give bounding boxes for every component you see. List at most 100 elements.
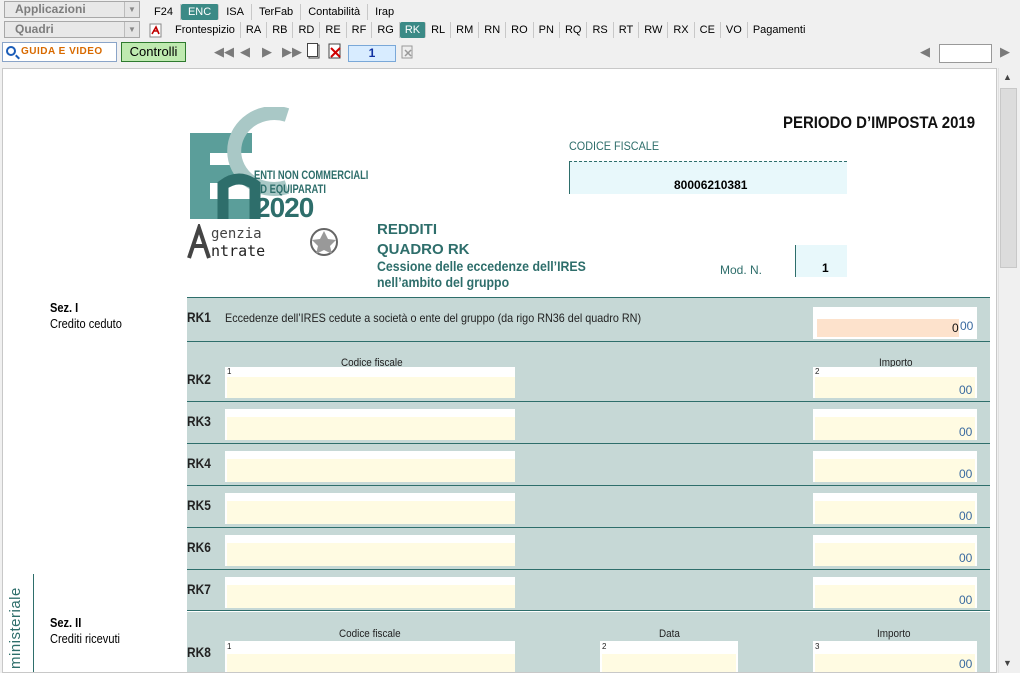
quadro-tab[interactable]: RO <box>506 22 534 38</box>
rk8-codice-fiscale-field[interactable]: 1 <box>225 641 515 672</box>
scroll-down-icon[interactable]: ▼ <box>1003 658 1012 668</box>
quadro-tab[interactable]: RE <box>320 22 347 38</box>
quadro-tab[interactable]: RT <box>614 22 640 38</box>
field-number: 2 <box>815 367 820 376</box>
input-area <box>815 501 975 524</box>
scroll-right-icon[interactable]: ▶ <box>1000 45 1010 59</box>
applicazioni-dropdown[interactable]: Applicazioni ▼ <box>4 1 140 18</box>
quadro-tab[interactable]: RF <box>347 22 373 38</box>
importo-field[interactable]: 00 <box>813 493 977 524</box>
cents: 00 <box>959 467 973 481</box>
scroll-up-icon[interactable]: ▲ <box>1003 72 1012 82</box>
quadro-tab[interactable]: RX <box>668 22 695 38</box>
top-tab[interactable]: ISA <box>219 4 252 20</box>
search-icon <box>6 46 16 56</box>
quadro-tab[interactable]: RB <box>267 22 294 38</box>
chevron-down-icon[interactable]: ▼ <box>124 2 139 17</box>
quadro-tab[interactable]: PN <box>534 22 560 38</box>
find-page-icon[interactable] <box>401 44 415 63</box>
rk8-importo-field[interactable]: 3 00 <box>813 641 977 672</box>
goto-field[interactable] <box>939 44 992 63</box>
codice-fiscale-field[interactable]: 1 <box>225 367 515 398</box>
scrollbar-thumb[interactable] <box>1000 88 1017 268</box>
quadro-tab[interactable]: RS <box>587 22 614 38</box>
quadro-tab[interactable]: RG <box>372 22 400 38</box>
mod-field[interactable]: 1 <box>795 245 847 277</box>
row-label: RK4 <box>187 455 211 471</box>
sez2-col-importo: Importo <box>877 628 911 640</box>
periodo-imposta: PERIODO D’IMPOSTA 2019 <box>783 113 976 132</box>
delete-page-icon[interactable] <box>328 43 344 63</box>
sez1-title: Sez. I <box>50 300 79 315</box>
input-area <box>815 417 975 440</box>
sez2-title: Sez. II <box>50 615 82 630</box>
row-divider <box>187 401 990 402</box>
input-area <box>815 377 975 398</box>
quadro-tab[interactable]: Pagamenti <box>748 22 811 38</box>
rk8-data-field[interactable]: 2 <box>600 641 738 672</box>
vertical-scrollbar[interactable]: ▲ ▼ <box>998 68 1018 673</box>
cents: 00 <box>959 383 973 397</box>
quadro-tab[interactable]: RW <box>639 22 669 38</box>
importo-field[interactable]: 00 <box>813 451 977 482</box>
importo-field[interactable]: 00 <box>813 577 977 608</box>
codice-fiscale-field[interactable] <box>225 493 515 524</box>
row-divider <box>187 485 990 486</box>
row-label: RK6 <box>187 539 211 555</box>
quadro-tab[interactable]: RD <box>293 22 321 38</box>
codice-fiscale-field[interactable] <box>225 535 515 566</box>
codice-fiscale-field[interactable]: 80006210381 <box>569 161 847 194</box>
cents: 00 <box>959 657 973 671</box>
quadro-tab[interactable]: RK <box>399 22 427 38</box>
input-area <box>227 543 515 566</box>
row-divider <box>187 443 990 444</box>
codice-fiscale-field[interactable] <box>225 409 515 440</box>
input-area <box>227 377 515 398</box>
last-page-icon[interactable]: ▶▶ <box>282 45 302 59</box>
entrate-text: ntrate <box>211 242 266 260</box>
rk1-description: Eccedenze dell’IRES cedute a società o e… <box>225 311 642 325</box>
guida-video-label: GUIDA E VIDEO <box>21 46 103 57</box>
row-label: RK2 <box>187 371 211 387</box>
cents: 00 <box>959 593 973 607</box>
field-number: 1 <box>227 642 232 651</box>
field-number: 1 <box>227 367 232 376</box>
top-tab[interactable]: TerFab <box>252 4 302 20</box>
first-page-icon[interactable]: ◀◀ <box>214 45 234 59</box>
controlli-button[interactable]: Controlli <box>121 42 186 62</box>
scroll-left-icon[interactable]: ◀ <box>920 45 930 59</box>
row-label: RK7 <box>187 581 211 597</box>
pdf-icon[interactable] <box>148 23 164 38</box>
top-tab[interactable]: F24 <box>147 4 181 20</box>
codice-fiscale-field[interactable] <box>225 451 515 482</box>
enc-logo: ENTI NON COMMERCIALI ED EQUIPARATI 2020 <box>187 107 402 223</box>
codice-fiscale-field[interactable] <box>225 577 515 608</box>
importo-field[interactable]: 00 <box>813 409 977 440</box>
importo-field[interactable]: 00 <box>813 535 977 566</box>
page-number-field[interactable]: 1 <box>348 45 396 62</box>
rk1-field[interactable]: 0 00 <box>813 307 977 339</box>
prev-page-icon[interactable]: ◀ <box>240 45 250 59</box>
quadro-tab[interactable]: RN <box>479 22 507 38</box>
importo-field[interactable]: 2 00 <box>813 367 977 398</box>
quadro-tab[interactable]: RQ <box>560 22 588 38</box>
top-tab[interactable]: Contabilità <box>301 4 369 20</box>
quadri-dropdown[interactable]: Quadri ▼ <box>4 21 140 38</box>
next-page-icon[interactable]: ▶ <box>262 45 272 59</box>
side-label: ministeriale <box>7 587 24 669</box>
quadro-tab[interactable]: CE <box>695 22 721 38</box>
chevron-down-icon[interactable]: ▼ <box>124 22 139 37</box>
row-divider <box>187 527 990 528</box>
new-page-icon[interactable] <box>307 43 321 63</box>
quadro-tab[interactable]: VO <box>721 22 748 38</box>
guida-video-button[interactable]: GUIDA E VIDEO <box>2 42 117 62</box>
top-tab[interactable]: ENC <box>180 4 220 20</box>
quadro-tab[interactable]: RL <box>426 22 452 38</box>
toolbar: GUIDA E VIDEO Controlli ◀◀ ◀ ▶ ▶▶ 1 ◀ ▶ <box>0 41 1020 65</box>
top-tab[interactable]: Irap <box>368 4 401 20</box>
quadro-tab[interactable]: Frontespizio <box>170 22 241 38</box>
input-area <box>227 459 515 482</box>
input-area <box>815 585 975 608</box>
quadro-tab[interactable]: RA <box>241 22 268 38</box>
quadro-tab[interactable]: RM <box>451 22 480 38</box>
